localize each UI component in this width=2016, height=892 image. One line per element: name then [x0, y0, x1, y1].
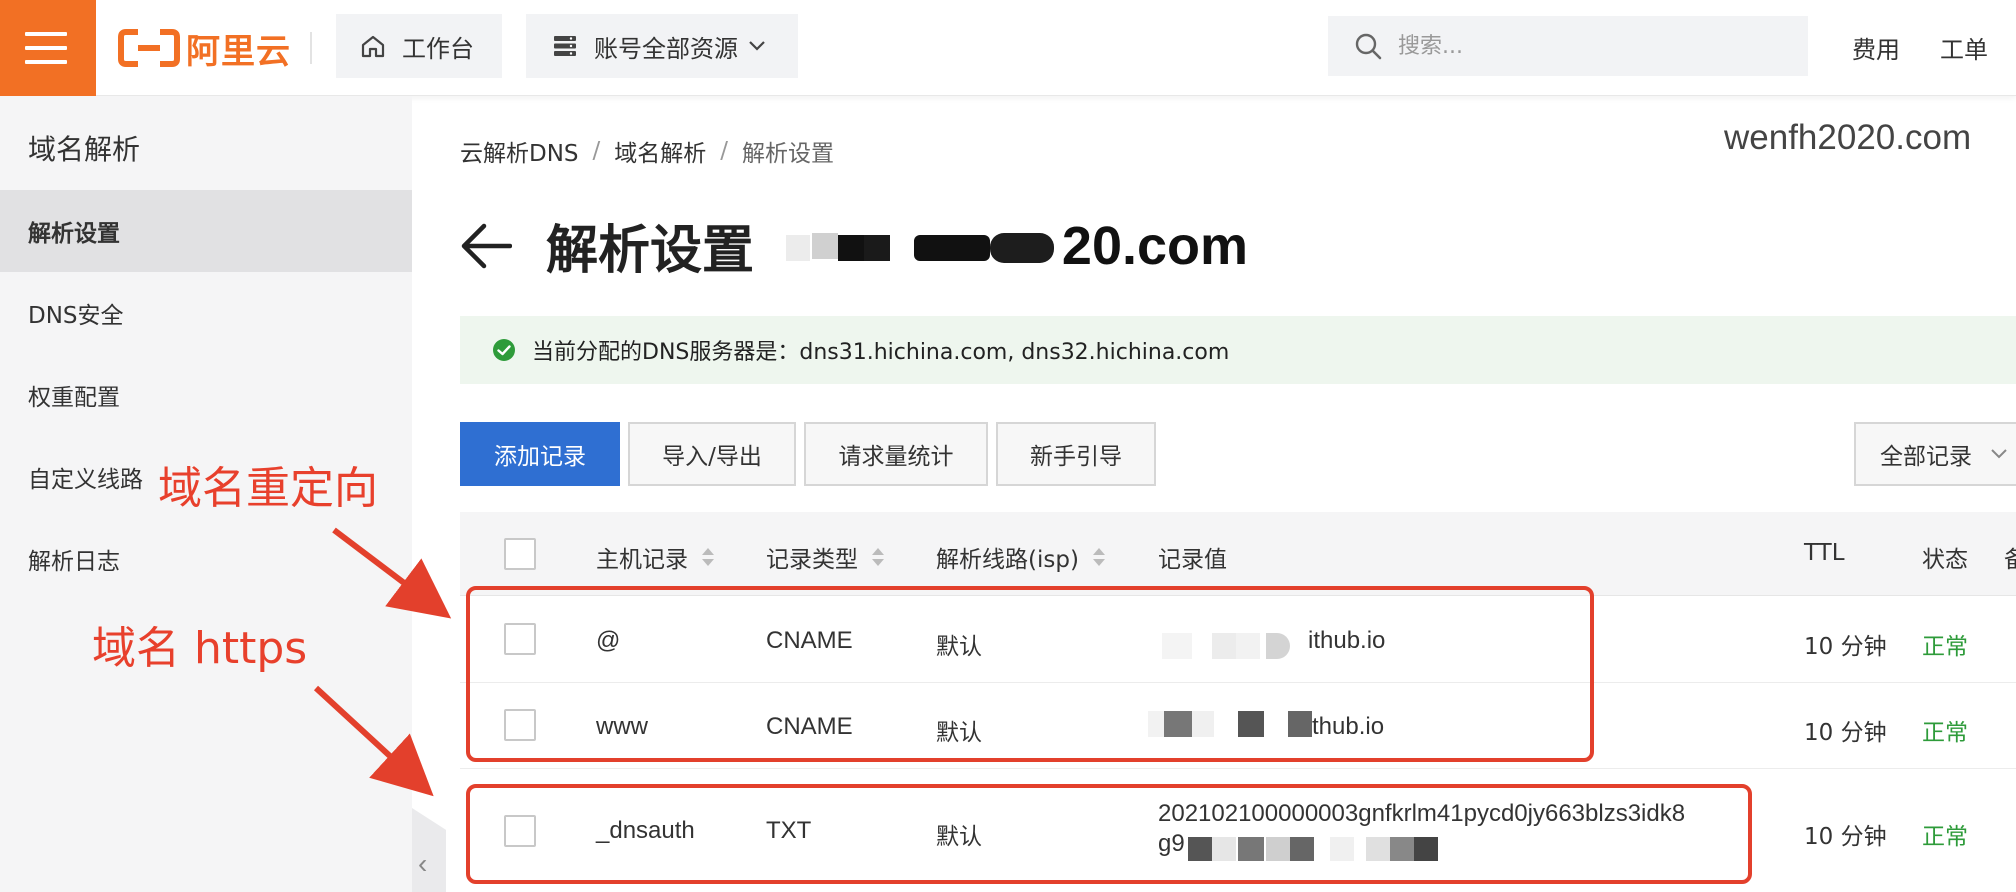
import-export-button[interactable]: 导入/导出	[628, 422, 796, 486]
annotation-https-label: 域名 https	[92, 623, 308, 674]
workbench-label: 工作台	[402, 34, 474, 63]
column-header-ttl: TTL	[1804, 540, 1845, 566]
record-filter-select[interactable]: 全部记录	[1854, 422, 2016, 486]
column-header-label: 记录类型	[766, 547, 858, 573]
cell-ttl: 10 分钟	[1804, 720, 1887, 746]
column-header-label: 主机记录	[596, 547, 688, 573]
fee-link[interactable]: 费用	[1852, 30, 1900, 65]
column-header-status: 状态	[1922, 547, 1968, 573]
column-header-value: 记录值	[1158, 547, 1227, 573]
brand-name: 阿里云	[186, 31, 291, 72]
page-title: 解析设置	[546, 221, 755, 281]
page-header: 解析设置 20.com	[460, 208, 1248, 283]
redaction-block	[914, 234, 991, 261]
breadcrumb-item[interactable]: 云解析DNS	[460, 134, 579, 168]
redaction-block	[838, 234, 865, 261]
sidebar-collapse-button[interactable]: ‹	[412, 808, 446, 892]
cell-status: 正常	[1922, 720, 1968, 746]
select-all-checkbox[interactable]	[504, 538, 536, 570]
workbench-button[interactable]: 工作台	[336, 14, 502, 78]
add-record-button[interactable]: 添加记录	[460, 422, 620, 486]
back-arrow-icon[interactable]	[460, 222, 512, 270]
resources-label: 账号全部资源	[594, 34, 738, 63]
divider	[310, 32, 312, 64]
breadcrumb: 云解析DNS / 域名解析 / 解析设置	[460, 134, 834, 168]
search-input[interactable]	[1398, 33, 1758, 59]
breadcrumb-separator: /	[720, 138, 729, 164]
top-bar: 阿里云 工作台 账号全部资源 费用 工单	[0, 0, 2016, 96]
annotation-redirect-label: 域名重定向	[158, 463, 378, 514]
redaction-block	[990, 232, 1055, 263]
sidebar-title: 域名解析	[28, 133, 141, 166]
redaction-block	[812, 232, 839, 259]
sort-icon[interactable]	[870, 545, 886, 569]
column-header-remark: 备	[2004, 547, 2016, 573]
chevron-down-icon	[1991, 449, 2007, 459]
sort-icon[interactable]	[1091, 545, 1107, 569]
cell-ttl: 10 分钟	[1804, 634, 1887, 660]
aliyun-logo-icon	[118, 29, 180, 67]
watermark: wenfh2020.com	[1724, 118, 1972, 157]
server-stack-icon	[554, 36, 576, 56]
hamburger-line	[25, 32, 67, 36]
sidebar-item-resolve-settings[interactable]: 解析设置	[0, 190, 412, 272]
sidebar-item-resolve-log[interactable]: 解析日志	[0, 518, 412, 600]
menu-button[interactable]	[0, 0, 96, 96]
column-header-line[interactable]: 解析线路(isp)	[936, 540, 1107, 574]
redaction-block	[864, 234, 891, 261]
request-stats-button[interactable]: 请求量统计	[804, 422, 988, 486]
breadcrumb-separator: /	[592, 138, 601, 164]
redaction-block	[786, 234, 811, 261]
cell-status: 正常	[1922, 634, 1968, 660]
sidebar-item-weight-config[interactable]: 权重配置	[0, 354, 412, 436]
hamburger-line	[25, 46, 67, 50]
highlight-box-redirect	[466, 586, 1594, 762]
cell-status: 正常	[1922, 824, 1968, 850]
domain-name: 20.com	[778, 211, 1248, 281]
resources-dropdown[interactable]: 账号全部资源	[526, 14, 798, 78]
record-filter-value: 全部记录	[1880, 444, 1972, 470]
beginner-guide-button[interactable]: 新手引导	[996, 422, 1156, 486]
breadcrumb-current: 解析设置	[742, 141, 835, 167]
column-header-type[interactable]: 记录类型	[766, 540, 886, 574]
check-circle-icon	[493, 339, 515, 361]
hamburger-line	[25, 60, 67, 64]
domain-visible-part: 20.com	[1061, 215, 1249, 276]
search-box[interactable]	[1328, 16, 1808, 76]
ticket-link[interactable]: 工单	[1940, 30, 1988, 65]
cell-ttl: 10 分钟	[1804, 824, 1887, 850]
dns-server-notice: 当前分配的DNS服务器是：dns31.hichina.com, dns32.hi…	[460, 316, 2016, 384]
column-header-label: 解析线路(isp)	[936, 547, 1079, 573]
notice-text: 当前分配的DNS服务器是：dns31.hichina.com, dns32.hi…	[532, 340, 1230, 365]
chevron-left-icon: ‹	[418, 848, 428, 879]
search-icon	[1355, 33, 1382, 60]
sort-icon[interactable]	[700, 545, 716, 569]
breadcrumb-item[interactable]: 域名解析	[614, 134, 706, 168]
sidebar-item-dns-security[interactable]: DNS安全	[0, 272, 412, 354]
home-icon	[361, 35, 385, 58]
table-header: 主机记录 记录类型 解析线路(isp) 记录值 TTL 状态 备	[460, 512, 2016, 596]
highlight-box-https	[466, 784, 1752, 884]
aliyun-logo[interactable]: 阿里云	[118, 26, 291, 72]
column-header-host[interactable]: 主机记录	[596, 540, 716, 574]
chevron-down-icon	[749, 41, 765, 51]
